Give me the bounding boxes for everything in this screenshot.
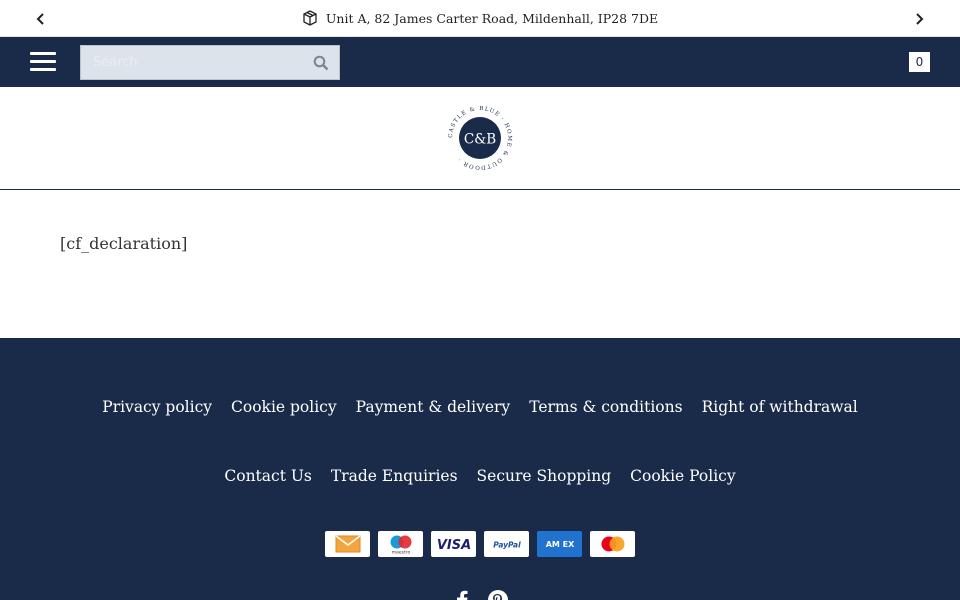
- social-links: [0, 589, 960, 600]
- footer-link-withdrawal[interactable]: Right of withdrawal: [702, 398, 858, 416]
- footer-link-privacy-policy[interactable]: Privacy policy: [102, 398, 212, 416]
- announcement-text: Unit A, 82 James Carter Road, Mildenhall…: [325, 10, 659, 26]
- announcement-next-button[interactable]: [904, 0, 934, 37]
- facebook-link[interactable]: [451, 589, 473, 600]
- search-button[interactable]: [303, 46, 339, 79]
- mastercard-icon: [590, 531, 635, 557]
- footer-link-trade[interactable]: Trade Enquiries: [331, 467, 458, 485]
- footer-info-links: Contact Us Trade Enquiries Secure Shoppi…: [0, 467, 960, 485]
- logo-initials: C&B: [464, 132, 496, 148]
- search-icon: [313, 55, 329, 70]
- cart-button[interactable]: 0: [909, 52, 930, 72]
- chevron-left-icon: [36, 12, 44, 25]
- page-text: [cf_declaration]: [60, 234, 188, 253]
- chevron-right-icon: [916, 12, 924, 25]
- site-footer: Privacy policy Cookie policy Payment & d…: [0, 338, 960, 600]
- site-header: 0: [0, 37, 960, 87]
- footer-link-cookie-policy-2[interactable]: Cookie Policy: [630, 467, 735, 485]
- pinterest-link[interactable]: [487, 589, 509, 600]
- footer-link-contact[interactable]: Contact Us: [224, 467, 312, 485]
- visa-icon: VISA: [431, 531, 476, 557]
- pinterest-icon: [488, 590, 508, 600]
- footer-link-payment-delivery[interactable]: Payment & delivery: [356, 398, 511, 416]
- svg-text:VISA: VISA: [436, 538, 470, 553]
- brand-logo[interactable]: CASTLE & BLUE · HOME & OUTDOOR · C&B: [447, 105, 513, 171]
- main-content: [cf_declaration]: [0, 190, 960, 338]
- footer-link-secure-shopping[interactable]: Secure Shopping: [477, 467, 612, 485]
- announcement-bar: Unit A, 82 James Carter Road, Mildenhall…: [0, 0, 960, 37]
- svg-text:PayPal: PayPal: [493, 541, 521, 550]
- maestro-icon: maestro: [378, 531, 423, 557]
- search-bar: [80, 45, 340, 80]
- cart-count: 0: [915, 55, 924, 69]
- logo-area: CASTLE & BLUE · HOME & OUTDOOR · C&B: [0, 87, 960, 190]
- announcement-message: Unit A, 82 James Carter Road, Mildenhall…: [302, 10, 658, 26]
- amex-icon: AM EX: [537, 531, 582, 557]
- menu-button[interactable]: [30, 52, 56, 72]
- hamburger-icon: [30, 52, 56, 55]
- payment-methods: maestro VISA PayPal AM EX: [0, 531, 960, 557]
- announcement-prev-button[interactable]: [26, 0, 56, 37]
- footer-link-cookie-policy[interactable]: Cookie policy: [231, 398, 337, 416]
- package-icon: [302, 10, 318, 26]
- paypal-icon: PayPal: [484, 531, 529, 557]
- facebook-icon: [457, 590, 468, 600]
- svg-text:maestro: maestro: [391, 550, 410, 556]
- footer-legal-links: Privacy policy Cookie policy Payment & d…: [0, 398, 960, 416]
- svg-text:AM EX: AM EX: [545, 540, 574, 549]
- invoice-payment-icon: [325, 531, 370, 557]
- footer-link-terms[interactable]: Terms & conditions: [529, 398, 682, 416]
- search-input[interactable]: [81, 46, 303, 79]
